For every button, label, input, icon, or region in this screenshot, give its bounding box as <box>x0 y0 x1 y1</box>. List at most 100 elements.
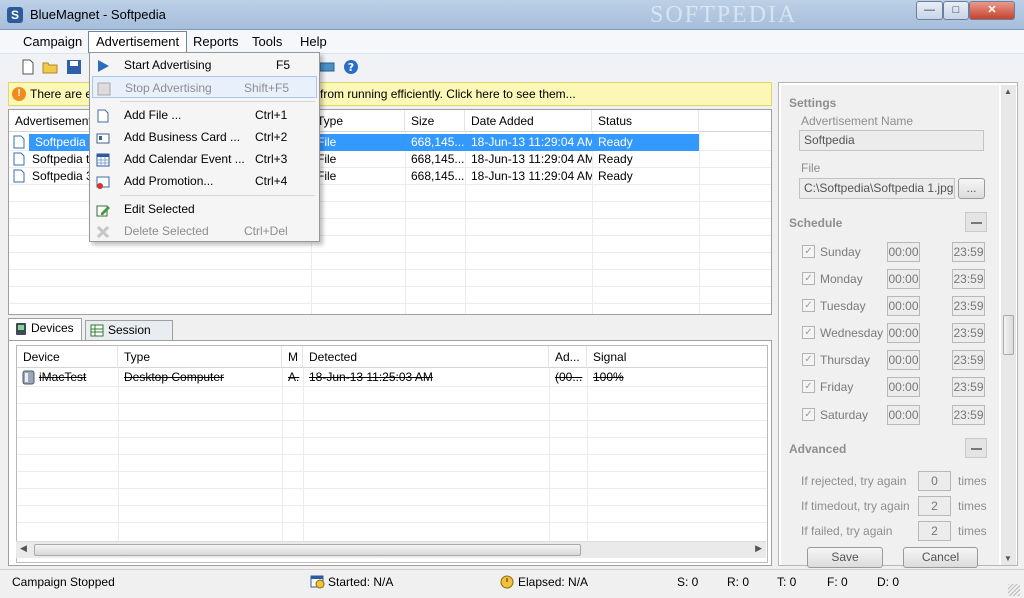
end-time-field[interactable]: 23:59 <box>952 269 985 289</box>
table-row-date[interactable]: 18-Jun-13 11:29:04 AM <box>465 151 592 168</box>
table-row-name[interactable]: Softpedia <box>29 134 89 151</box>
grid-line <box>9 286 771 287</box>
info-text-right[interactable]: from running efficiently. Click here to … <box>320 83 576 105</box>
col-device[interactable]: Device <box>17 346 118 368</box>
menu-advertisement[interactable]: Advertisement <box>88 31 188 53</box>
end-time-field[interactable]: 23:59 <box>952 242 985 262</box>
table-row-size[interactable]: 668,145... <box>405 168 465 185</box>
retry-count-field[interactable]: 2 <box>918 521 951 541</box>
file-path-field[interactable]: C:\Softpedia\Softpedia 1.jpg <box>799 178 955 199</box>
table-row-type[interactable]: File <box>311 134 405 151</box>
ad-name-field[interactable]: Softpedia <box>799 130 984 151</box>
end-time-field[interactable]: 23:59 <box>952 405 985 425</box>
col-date-added[interactable]: Date Added <box>465 110 592 132</box>
menu-edit-selected[interactable]: Edit Selected <box>92 198 317 220</box>
col-m[interactable]: M <box>282 346 303 368</box>
scroll-right-icon[interactable]: ▶ <box>755 543 762 554</box>
start-time-field[interactable]: 00:00 <box>887 296 920 316</box>
stop-icon <box>97 81 111 96</box>
file-label: File <box>801 161 821 175</box>
table-row-size[interactable]: 668,145... <box>405 134 465 151</box>
menu-delete-selected[interactable]: Delete Selected Ctrl+Del <box>92 220 317 242</box>
minimize-button[interactable]: — <box>916 1 943 20</box>
vertical-scrollbar[interactable]: ▲ ▼ <box>1001 85 1016 565</box>
wednesday-checkbox[interactable]: ✓ <box>802 326 815 339</box>
open-folder-icon[interactable] <box>42 59 58 75</box>
new-icon[interactable] <box>20 59 36 75</box>
device-row-address[interactable]: (00... <box>549 369 587 386</box>
menu-add-business-card[interactable]: Add Business Card ... Ctrl+2 <box>92 126 317 148</box>
menu-stop-advertising[interactable]: Stop Advertising Shift+F5 <box>92 76 317 98</box>
thursday-checkbox[interactable]: ✓ <box>802 353 815 366</box>
tab-devices[interactable]: Devices <box>8 318 82 341</box>
start-time-field[interactable]: 00:00 <box>887 405 920 425</box>
menu-help[interactable]: Help <box>293 33 334 51</box>
menu-reports[interactable]: Reports <box>186 33 246 51</box>
start-time-field[interactable]: 00:00 <box>887 377 920 397</box>
table-row-date[interactable]: 18-Jun-13 11:29:04 AM <box>465 134 592 151</box>
table-row-type[interactable]: File <box>311 168 405 185</box>
col-address[interactable]: Ad... <box>549 346 587 368</box>
bluetooth-device-icon[interactable] <box>319 59 335 75</box>
device-row-m[interactable]: A. <box>282 369 303 386</box>
friday-checkbox[interactable]: ✓ <box>802 380 815 393</box>
scroll-left-icon[interactable]: ◀ <box>20 543 27 554</box>
menu-tools[interactable]: Tools <box>245 33 289 51</box>
end-time-field[interactable]: 23:59 <box>952 323 985 343</box>
scrollbar-thumb[interactable] <box>34 544 581 556</box>
tab-session-log[interactable]: Session Log <box>85 320 173 355</box>
advanced-heading: Advanced <box>789 442 847 456</box>
sunday-checkbox[interactable]: ✓ <box>802 245 815 258</box>
device-row-detected[interactable]: 18-Jun-13 11:25:03 AM <box>303 369 549 386</box>
horizontal-scrollbar[interactable]: ◀ ▶ <box>16 541 766 558</box>
monday-checkbox[interactable]: ✓ <box>802 272 815 285</box>
help-icon[interactable]: ? <box>343 59 359 75</box>
col-device-type[interactable]: Type <box>118 346 282 368</box>
col-type[interactable]: Type <box>311 110 405 132</box>
table-row-status[interactable]: Ready <box>592 151 699 168</box>
save-button[interactable]: Save <box>807 547 883 568</box>
tuesday-checkbox[interactable]: ✓ <box>802 299 815 312</box>
device-row-name[interactable]: iMacTest <box>33 369 118 386</box>
saturday-checkbox[interactable]: ✓ <box>802 408 815 421</box>
browse-button[interactable]: ... <box>958 178 985 199</box>
end-time-field[interactable]: 23:59 <box>952 296 985 316</box>
end-time-field[interactable]: 23:59 <box>952 350 985 370</box>
table-row-status[interactable]: Ready <box>592 134 699 151</box>
start-time-field[interactable]: 00:00 <box>887 242 920 262</box>
start-time-field[interactable]: 00:00 <box>887 350 920 370</box>
scroll-up-icon[interactable]: ▲ <box>1004 87 1012 96</box>
col-detected[interactable]: Detected <box>303 346 549 368</box>
table-row-status[interactable]: Ready <box>592 168 699 185</box>
menu-add-file[interactable]: Add File ... Ctrl+1 <box>92 104 317 126</box>
col-signal[interactable]: Signal <box>587 346 767 368</box>
save-icon[interactable] <box>66 59 82 75</box>
retry-count-field[interactable]: 2 <box>918 496 951 516</box>
schedule-collapse-button[interactable] <box>965 212 987 232</box>
table-row-type[interactable]: File <box>311 151 405 168</box>
start-time-field[interactable]: 00:00 <box>887 323 920 343</box>
device-row-signal[interactable]: 100% <box>587 369 687 386</box>
retry-count-field[interactable]: 0 <box>918 471 951 491</box>
scrollbar-thumb[interactable] <box>1003 315 1014 355</box>
resize-grip[interactable] <box>1008 584 1020 596</box>
table-row-size[interactable]: 668,145... <box>405 151 465 168</box>
close-button[interactable]: ✕ <box>969 1 1015 20</box>
maximize-button[interactable]: □ <box>943 1 969 20</box>
end-time-field[interactable]: 23:59 <box>952 377 985 397</box>
advanced-collapse-button[interactable] <box>965 438 987 458</box>
day-label: Sunday <box>820 245 861 259</box>
edit-icon <box>96 202 110 217</box>
col-size[interactable]: Size <box>405 110 465 132</box>
menu-add-calendar-event[interactable]: Add Calendar Event ... Ctrl+3 <box>92 148 317 170</box>
stopwatch-icon <box>500 574 515 592</box>
device-row-type[interactable]: Desktop Computer <box>118 369 282 386</box>
menu-start-advertising[interactable]: Start Advertising F5 <box>92 54 317 76</box>
menu-campaign[interactable]: Campaign <box>16 33 89 51</box>
col-status[interactable]: Status <box>592 110 699 132</box>
menu-add-promotion[interactable]: Add Promotion... Ctrl+4 <box>92 170 317 192</box>
cancel-button[interactable]: Cancel <box>903 547 978 568</box>
start-time-field[interactable]: 00:00 <box>887 269 920 289</box>
table-row-date[interactable]: 18-Jun-13 11:29:04 AM <box>465 168 592 185</box>
scroll-down-icon[interactable]: ▼ <box>1004 554 1012 563</box>
